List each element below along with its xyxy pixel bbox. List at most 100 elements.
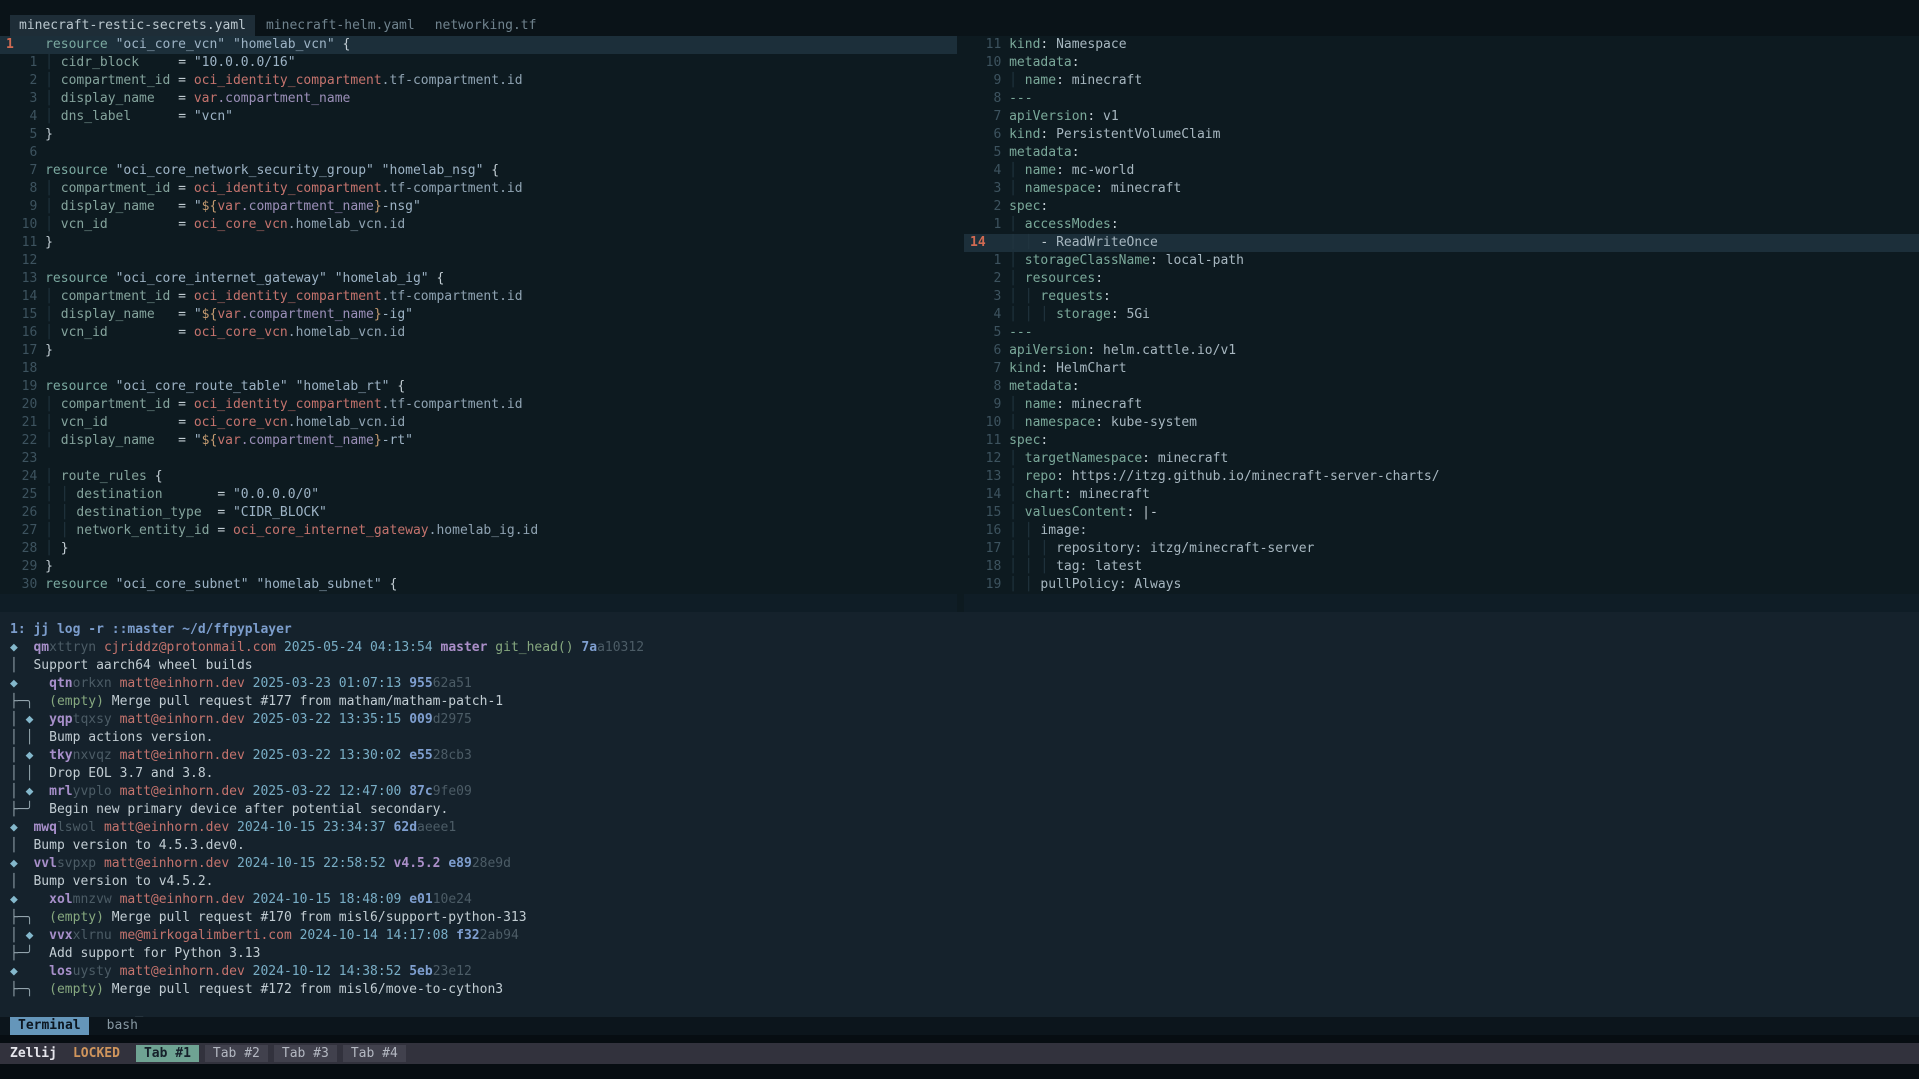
line-number: 15 bbox=[970, 504, 1001, 522]
code-line[interactable]: 7resource "oci_core_network_security_gro… bbox=[0, 162, 957, 180]
syntax-span: minecraft bbox=[1111, 181, 1181, 196]
code-line[interactable]: 16│ │ image: bbox=[964, 522, 1919, 540]
code-line[interactable]: 13resource "oci_core_internet_gateway" "… bbox=[0, 270, 957, 288]
code-line[interactable]: 19│ │ pullPolicy: Always bbox=[964, 576, 1919, 594]
line-number: 4 bbox=[970, 162, 1001, 180]
code-line[interactable]: 15│ display_name = "${var.compartment_na… bbox=[0, 306, 957, 324]
code-line[interactable]: 8--- bbox=[964, 90, 1919, 108]
code-line[interactable]: 2spec: bbox=[964, 198, 1919, 216]
code-line[interactable]: 6kind: PersistentVolumeClaim bbox=[964, 126, 1919, 144]
code-line[interactable]: 2│ compartment_id = oci_identity_compart… bbox=[0, 72, 957, 90]
code-line[interactable]: 9│ name: minecraft bbox=[964, 396, 1919, 414]
code-line[interactable]: 29} bbox=[0, 558, 957, 576]
syntax-span: = bbox=[178, 433, 186, 448]
code-line[interactable]: 8│ compartment_id = oci_identity_compart… bbox=[0, 180, 957, 198]
code-line[interactable]: 3│ display_name = var.compartment_name bbox=[0, 90, 957, 108]
syntax-span: metadata bbox=[1009, 379, 1072, 394]
code-line[interactable]: 10│ namespace: kube-system bbox=[964, 414, 1919, 432]
code-line[interactable]: 4│ dns_label = "vcn" bbox=[0, 108, 957, 126]
code-line[interactable]: 28│ } bbox=[0, 540, 957, 558]
code-line[interactable]: 1│ cidr_block = "10.0.0.0/16" bbox=[0, 54, 957, 72]
code-line[interactable]: 1│ accessModes: bbox=[964, 216, 1919, 234]
code-line[interactable]: 2│ resources: bbox=[964, 270, 1919, 288]
buffer-tab[interactable]: minecraft-restic-secrets.yaml bbox=[10, 15, 255, 36]
code-line[interactable]: 5metadata: bbox=[964, 144, 1919, 162]
code-line[interactable]: 25│ │ destination = "0.0.0.0/0" bbox=[0, 486, 957, 504]
syntax-span: 2025-03-22 13:30:02 bbox=[253, 748, 402, 763]
code-line[interactable]: 30resource "oci_core_subnet" "homelab_su… bbox=[0, 576, 957, 594]
terminal-tab[interactable]: Terminal bbox=[10, 1017, 89, 1035]
code-text: │ │ destination = "0.0.0.0/0" bbox=[45, 486, 319, 504]
code-line[interactable]: 3│ namespace: minecraft bbox=[964, 180, 1919, 198]
code-line[interactable]: 12 bbox=[0, 252, 957, 270]
code-line[interactable]: 4│ name: mc-world bbox=[964, 162, 1919, 180]
syntax-span: : bbox=[1103, 289, 1111, 304]
syntax-span: "CIDR_BLOCK" bbox=[233, 505, 327, 520]
syntax-span: helm.cattle.io/v1 bbox=[1103, 343, 1236, 358]
code-text: │ │ │ storage: 5Gi bbox=[1009, 306, 1150, 324]
syntax-span: │ bbox=[1009, 469, 1017, 484]
code-line[interactable]: 11kind: Namespace bbox=[964, 36, 1919, 54]
code-line[interactable]: 11spec: bbox=[964, 432, 1919, 450]
code-line[interactable]: 15│ valuesContent: |- bbox=[964, 504, 1919, 522]
code-line[interactable]: 18 bbox=[0, 360, 957, 378]
code-line[interactable]: 19resource "oci_core_route_table" "homel… bbox=[0, 378, 957, 396]
code-line[interactable]: 7apiVersion: v1 bbox=[964, 108, 1919, 126]
code-line[interactable]: 8metadata: bbox=[964, 378, 1919, 396]
code-text: } bbox=[45, 342, 53, 360]
syntax-span bbox=[186, 397, 194, 412]
terminal-tab[interactable]: bash bbox=[99, 1017, 146, 1035]
code-line[interactable]: 10│ vcn_id = oci_core_vcn.homelab_vcn.id bbox=[0, 216, 957, 234]
syntax-span: vvx bbox=[49, 928, 72, 943]
syntax-span: ◆ bbox=[10, 892, 18, 907]
code-line[interactable]: 20│ compartment_id = oci_identity_compar… bbox=[0, 396, 957, 414]
code-line[interactable]: 11} bbox=[0, 234, 957, 252]
syntax-span: .homelab_vcn.id bbox=[288, 217, 405, 232]
code-line[interactable]: 9│ name: minecraft bbox=[964, 72, 1919, 90]
code-line[interactable]: 4│ │ │ storage: 5Gi bbox=[964, 306, 1919, 324]
terminal-prompt[interactable]: log file: █ bbox=[10, 999, 1919, 1017]
code-line[interactable]: 21│ vcn_id = oci_core_vcn.homelab_vcn.id bbox=[0, 414, 957, 432]
buffer-tab[interactable]: minecraft-helm.yaml bbox=[257, 15, 424, 36]
code-line[interactable]: 10metadata: bbox=[964, 54, 1919, 72]
code-line[interactable]: 7kind: HelmChart bbox=[964, 360, 1919, 378]
syntax-span: : bbox=[1142, 451, 1150, 466]
code-line[interactable]: 12│ targetNamespace: minecraft bbox=[964, 450, 1919, 468]
terminal-pane[interactable]: 1: jj log -r ::master ~/d/ffpyplayer ◆ q… bbox=[0, 612, 1919, 1017]
editor-pane-networking-tf[interactable]: 1resource "oci_core_vcn" "homelab_vcn" {… bbox=[0, 36, 957, 612]
buffer-tab[interactable]: networking.tf bbox=[426, 15, 546, 36]
syntax-span: oci_core_vcn bbox=[194, 325, 288, 340]
code-line[interactable]: 9│ display_name = "${var.compartment_nam… bbox=[0, 198, 957, 216]
line-number: 26 bbox=[6, 504, 37, 522]
code-line[interactable]: 14│ compartment_id = oci_identity_compar… bbox=[0, 288, 957, 306]
code-line[interactable]: 3│ │ requests: bbox=[964, 288, 1919, 306]
code-line[interactable]: 6 bbox=[0, 144, 957, 162]
zellij-tab[interactable]: Tab #4 bbox=[343, 1045, 406, 1062]
code-line[interactable]: 1│ storageClassName: local-path bbox=[964, 252, 1919, 270]
code-line[interactable]: 6apiVersion: helm.cattle.io/v1 bbox=[964, 342, 1919, 360]
code-line[interactable]: 5--- bbox=[964, 324, 1919, 342]
code-line[interactable]: 17} bbox=[0, 342, 957, 360]
code-line[interactable]: 22│ display_name = "${var.compartment_na… bbox=[0, 432, 957, 450]
code-line[interactable]: 17│ │ │ repository: itzg/minecraft-serve… bbox=[964, 540, 1919, 558]
line-number: 9 bbox=[6, 198, 37, 216]
code-line[interactable]: 24│ route_rules { bbox=[0, 468, 957, 486]
editor-pane-minecraft-helm-yaml[interactable]: 11kind: Namespace10metadata:9│ name: min… bbox=[964, 36, 1919, 612]
zellij-tab[interactable]: Tab #2 bbox=[205, 1045, 268, 1062]
code-line[interactable]: 14│ chart: minecraft bbox=[964, 486, 1919, 504]
code-line[interactable]: 13│ repo: https://itzg.github.io/minecra… bbox=[964, 468, 1919, 486]
code-line[interactable]: 27│ │ network_entity_id = oci_core_inter… bbox=[0, 522, 957, 540]
zellij-tab[interactable]: Tab #3 bbox=[274, 1045, 337, 1062]
code-line[interactable]: 14│ │ - ReadWriteOnce bbox=[964, 234, 1919, 252]
code-line[interactable]: 5} bbox=[0, 126, 957, 144]
code-line[interactable]: 26│ │ destination_type = "CIDR_BLOCK" bbox=[0, 504, 957, 522]
syntax-span bbox=[186, 91, 194, 106]
syntax-span: │ bbox=[10, 712, 26, 727]
code-line[interactable]: 1resource "oci_core_vcn" "homelab_vcn" { bbox=[0, 36, 957, 54]
zellij-tab[interactable]: Tab #1 bbox=[136, 1045, 199, 1062]
syntax-span: = bbox=[178, 415, 186, 430]
syntax-span bbox=[1072, 487, 1080, 502]
code-line[interactable]: 16│ vcn_id = oci_core_vcn.homelab_vcn.id bbox=[0, 324, 957, 342]
code-line[interactable]: 18│ │ │ tag: latest bbox=[964, 558, 1919, 576]
code-line[interactable]: 23 bbox=[0, 450, 957, 468]
